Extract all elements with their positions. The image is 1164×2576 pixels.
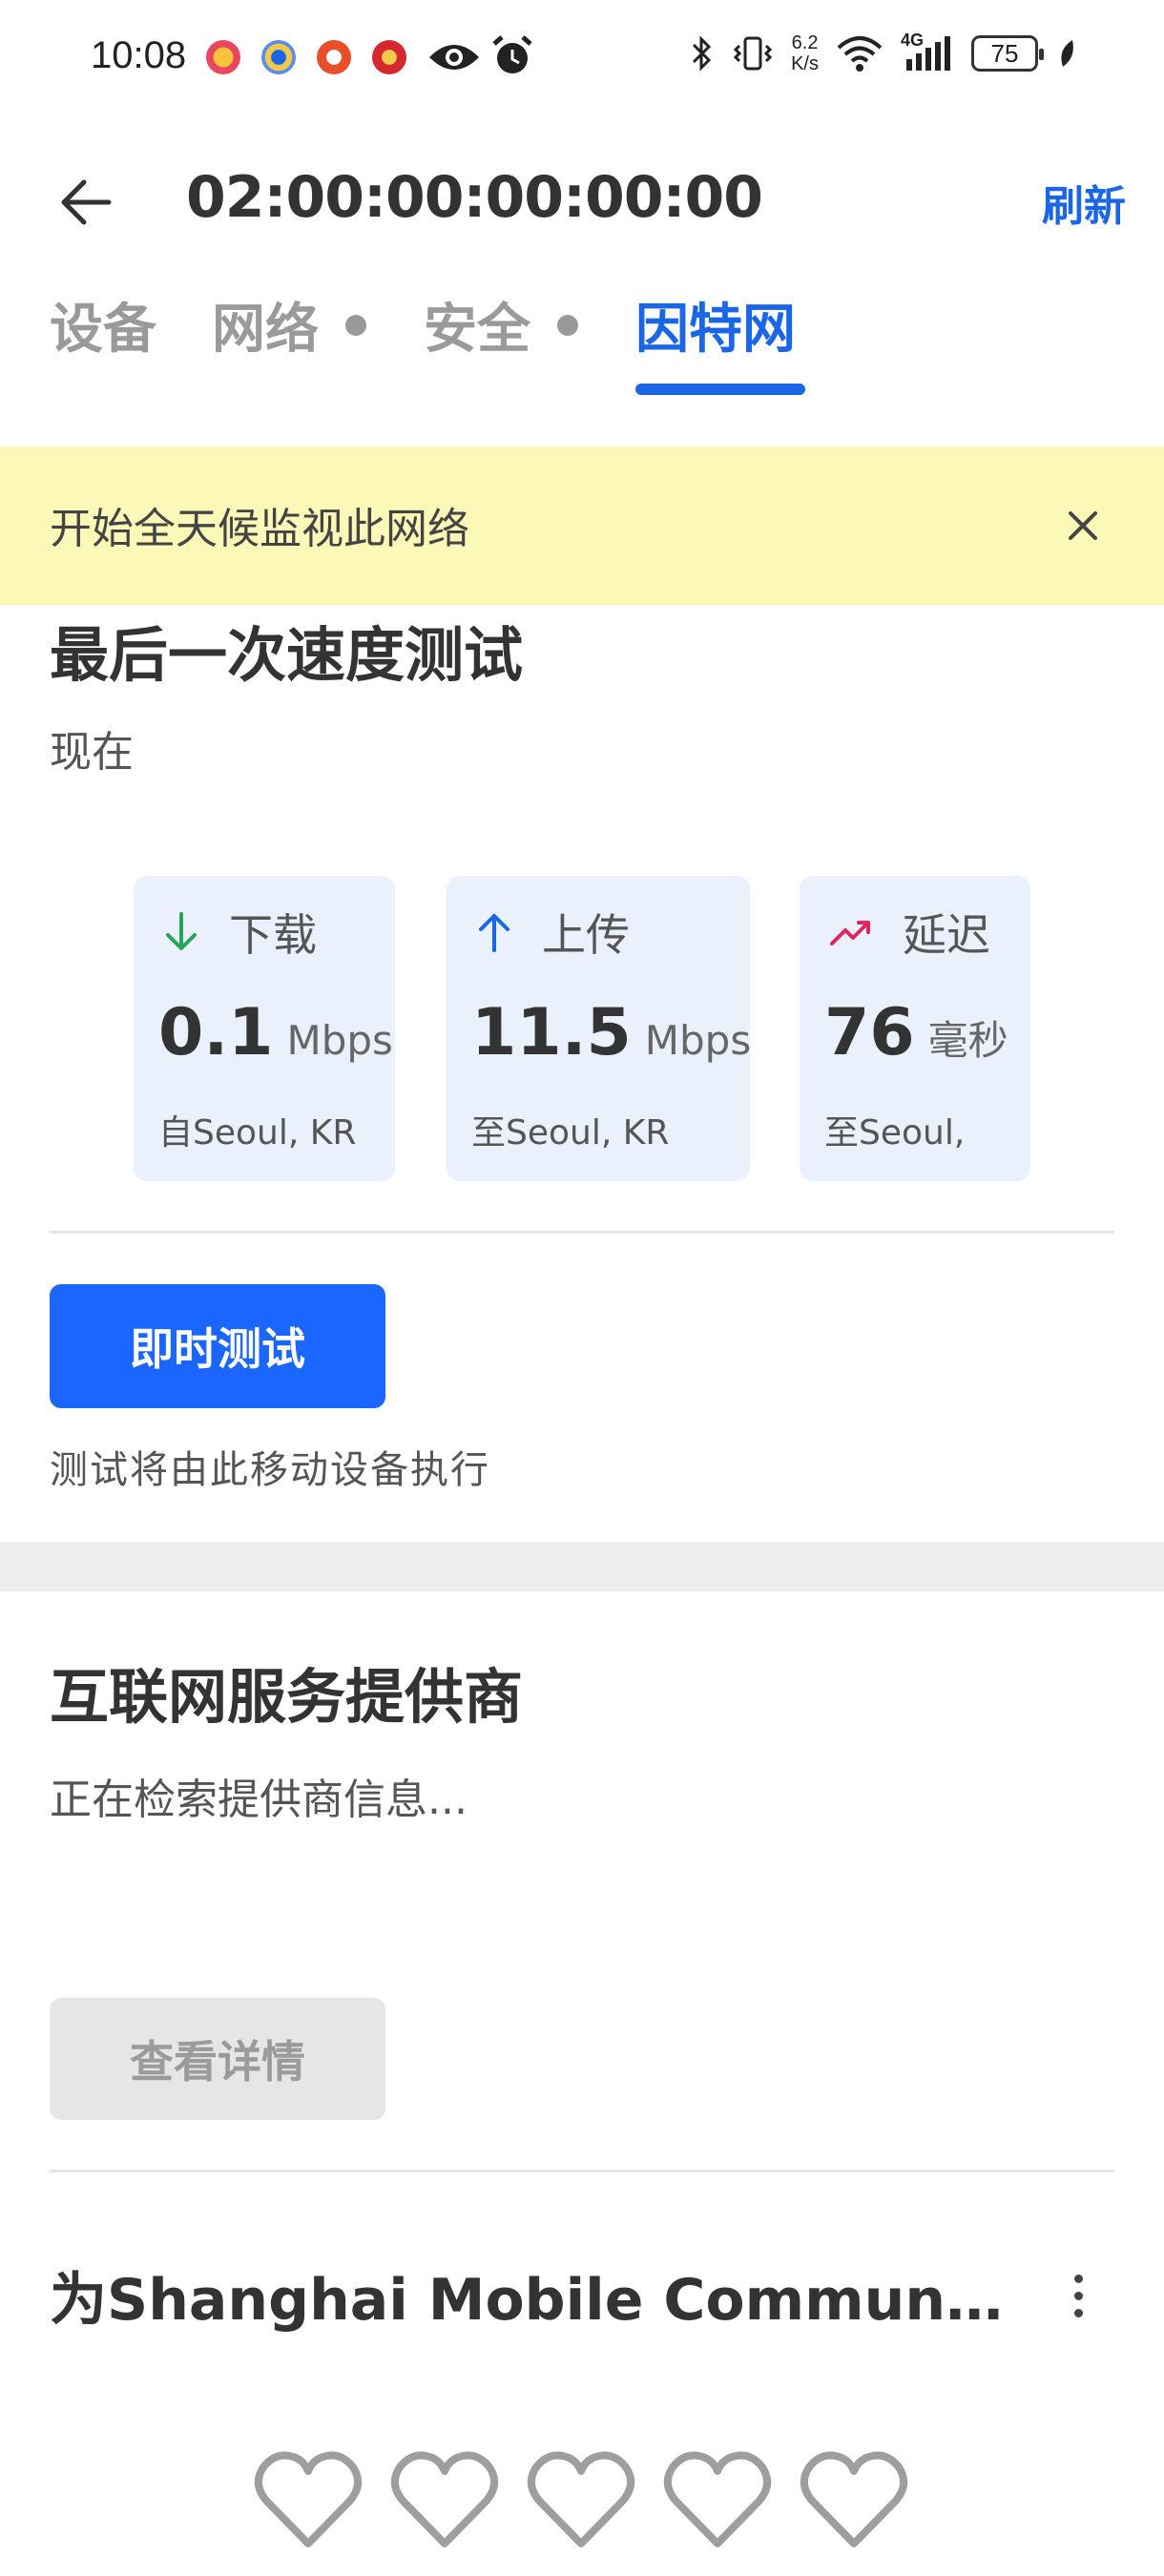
upload-card: 上传 11.5 Mbps 至Seoul, KR: [447, 876, 751, 1181]
alarm-icon: [492, 35, 532, 73]
download-value-row: 0.1 Mbps: [158, 995, 393, 1070]
notification-app-icon: [317, 40, 351, 74]
status-time: 10:08: [91, 34, 187, 76]
download-unit: Mbps: [286, 1017, 393, 1064]
latency-header: 延迟: [828, 901, 990, 964]
view-details-button[interactable]: 查看详情: [50, 1998, 385, 2120]
rating-title: 为Shanghai Mobile Communications Co.,Ltd.…: [50, 2267, 1013, 2334]
latency-card: 延迟 76 毫秒 至Seoul,: [800, 876, 1030, 1181]
active-tab-indicator: [635, 384, 805, 395]
more-options-button[interactable]: [1050, 2257, 1107, 2334]
upload-unit: Mbps: [644, 1017, 752, 1064]
download-location: 自Seoul, KR: [158, 1113, 357, 1153]
upload-location: 至Seoul, KR: [471, 1113, 670, 1153]
tab-label: 因特网: [635, 299, 796, 361]
heart-icon[interactable]: [661, 2448, 774, 2551]
heart-icon[interactable]: [798, 2448, 910, 2551]
trending-up-icon: [830, 921, 870, 945]
status-right-group: 6.2 K/s 4G 75: [690, 31, 1078, 74]
wifi-icon: [837, 36, 883, 72]
tab-label: 网络: [212, 299, 319, 361]
tab-network[interactable]: 网络: [212, 286, 366, 364]
latency-label: 延迟: [903, 909, 990, 961]
close-icon: [1069, 511, 1097, 540]
run-test-button[interactable]: 即时测试: [50, 1284, 385, 1408]
upload-header: 上传: [475, 901, 630, 964]
banner-close-button[interactable]: [1050, 492, 1116, 559]
notification-app-icon: [372, 40, 406, 74]
cell-signal: 4G: [901, 31, 954, 73]
network-speed-unit: K/s: [791, 53, 819, 74]
back-button[interactable]: [48, 164, 124, 240]
network-speed-value: 6.2: [791, 32, 819, 53]
latency-unit: 毫秒: [927, 1017, 1008, 1064]
divider: [50, 1231, 1114, 1234]
battery-indicator: 75: [971, 35, 1044, 72]
isp-status: 正在检索提供商信息...: [50, 1776, 468, 1824]
download-card: 下载 0.1 Mbps 自Seoul, KR: [134, 876, 395, 1181]
section-separator: [0, 1542, 1164, 1591]
latency-value: 76: [824, 995, 915, 1070]
vibrate-icon: [733, 36, 773, 71]
back-arrow-icon: [61, 179, 112, 225]
arrow-down-icon: [166, 912, 197, 950]
status-bar: 10:08 6.2 K/s 4G 75: [0, 0, 1164, 114]
speed-test-title: 最后一次速度测试: [50, 620, 524, 690]
tab-label: 设备: [50, 299, 156, 361]
tab-device[interactable]: 设备: [50, 286, 156, 364]
banner-text: 开始全天候监视此网络: [50, 505, 469, 553]
tab-label: 安全: [424, 299, 530, 361]
heart-icon[interactable]: [252, 2448, 364, 2551]
eye-icon: [429, 45, 479, 70]
arrow-up-icon: [479, 914, 509, 952]
network-speed: 6.2 K/s: [791, 32, 819, 74]
heart-icon[interactable]: [388, 2448, 501, 2551]
heart-icon[interactable]: [525, 2448, 637, 2551]
upload-value: 11.5: [471, 995, 632, 1070]
test-note: 测试将由此移动设备执行: [50, 1448, 490, 1492]
tab-badge-dot: [345, 314, 366, 336]
tab-badge-dot: [557, 314, 578, 336]
notification-app-icon: [261, 40, 296, 74]
speed-test-time: 现在: [50, 728, 134, 777]
bluetooth-icon: [693, 35, 712, 72]
latency-location: 至Seoul,: [824, 1113, 966, 1153]
tab-security[interactable]: 安全: [424, 286, 578, 364]
upload-label: 上传: [542, 909, 630, 961]
tab-internet[interactable]: 因特网: [635, 286, 796, 364]
notification-app-icon: [206, 40, 240, 74]
app-bar: 02:00:00:00:00:00 刷新: [0, 143, 1164, 258]
divider: [50, 2170, 1114, 2172]
isp-title: 互联网服务提供商: [50, 1662, 524, 1732]
upload-value-row: 11.5 Mbps: [471, 995, 751, 1070]
more-dot: [1073, 2274, 1083, 2283]
more-dot: [1073, 2291, 1083, 2300]
refresh-button[interactable]: 刷新: [1042, 172, 1126, 233]
page-title: 02:00:00:00:00:00: [186, 164, 763, 231]
signal-icon: [906, 36, 950, 71]
leaf-icon: [1061, 40, 1073, 67]
more-dot: [1073, 2308, 1083, 2317]
tab-bar: 设备 网络 安全 因特网: [0, 277, 1164, 401]
rating-hearts: [0, 2448, 1164, 2563]
download-header: 下载: [162, 901, 317, 964]
download-label: 下载: [229, 909, 317, 961]
monitor-banner[interactable]: 开始全天候监视此网络: [0, 447, 1164, 605]
latency-value-row: 76 毫秒: [824, 995, 1008, 1070]
download-value: 0.1: [158, 995, 274, 1070]
